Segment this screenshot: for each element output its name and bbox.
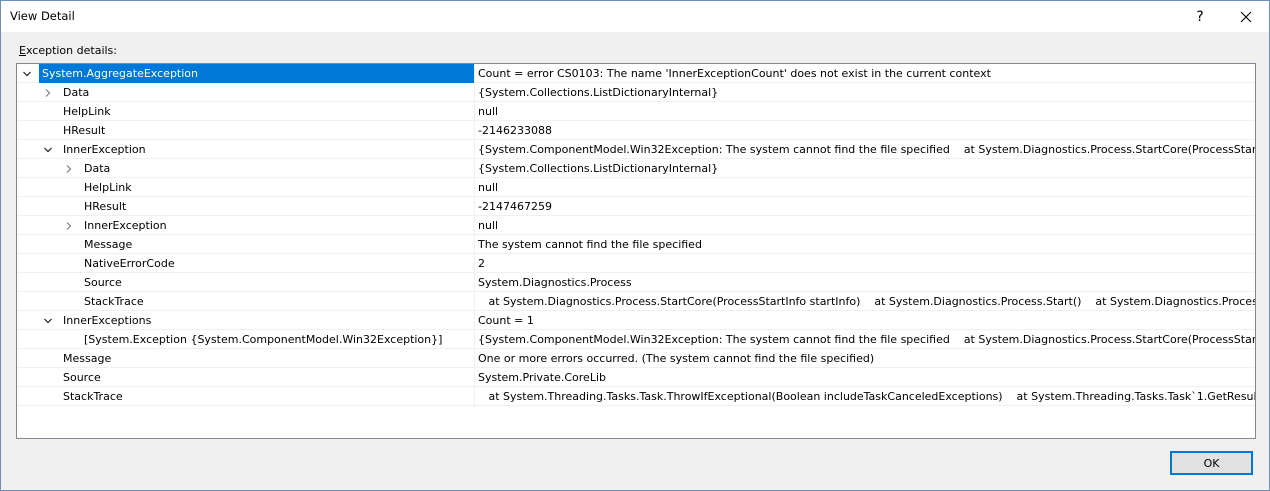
- tree-row-value: at System.Diagnostics.Process.StartCore(…: [478, 295, 1256, 308]
- chevron-down-icon[interactable]: [19, 64, 35, 83]
- tree-row-name: InnerExceptions: [63, 314, 152, 327]
- chevron-down-icon[interactable]: [40, 140, 56, 159]
- tree-row[interactable]: HelpLink null: [17, 178, 1255, 197]
- tree-row-name: HResult: [63, 124, 106, 137]
- column-separator: [474, 140, 475, 159]
- chevron-right-icon[interactable]: [61, 159, 77, 178]
- chevron-down-icon[interactable]: [40, 311, 56, 330]
- column-separator: [474, 292, 475, 311]
- column-separator: [474, 197, 475, 216]
- tree-row[interactable]: InnerException null: [17, 216, 1255, 235]
- tree-row-name: StackTrace: [63, 390, 123, 403]
- tree-row-value: Count = error CS0103: The name 'InnerExc…: [478, 67, 991, 80]
- column-separator: [474, 64, 475, 83]
- tree-row-name: InnerException: [63, 143, 146, 156]
- tree-row[interactable]: InnerExceptions Count = 1: [17, 311, 1255, 330]
- column-separator: [474, 330, 475, 349]
- column-separator: [474, 311, 475, 330]
- tree-row[interactable]: Message One or more errors occurred. (The…: [17, 349, 1255, 368]
- tree-row-name: StackTrace: [84, 295, 144, 308]
- tree-row-name: Source: [84, 276, 122, 289]
- tree-row-value: One or more errors occurred. (The system…: [478, 352, 875, 365]
- column-separator: [474, 254, 475, 273]
- tree-row-name: System.AggregateException: [42, 67, 198, 80]
- tree-row-value: {System.ComponentModel.Win32Exception: T…: [478, 333, 1256, 346]
- exception-details-tree[interactable]: System.AggregateException Count = error C…: [16, 63, 1256, 439]
- column-separator: [474, 387, 475, 406]
- tree-row-name: Source: [63, 371, 101, 384]
- tree-row-value: -2147467259: [478, 200, 552, 213]
- column-separator: [474, 178, 475, 197]
- tree-row-name: HelpLink: [63, 105, 111, 118]
- chevron-right-icon[interactable]: [40, 83, 56, 102]
- column-separator: [474, 273, 475, 292]
- tree-row-name: InnerException: [84, 219, 167, 232]
- column-separator: [474, 83, 475, 102]
- tree-row-value: null: [478, 105, 499, 118]
- column-separator: [474, 368, 475, 387]
- column-separator: [474, 121, 475, 140]
- tree-row-name: NativeErrorCode: [84, 257, 175, 270]
- tree-row-value: {System.ComponentModel.Win32Exception: T…: [478, 143, 1256, 156]
- tree-row-name: HelpLink: [84, 181, 132, 194]
- tree-row[interactable]: Message The system cannot find the file s…: [17, 235, 1255, 254]
- tree-row-value: null: [478, 219, 499, 232]
- tree-row-value: Count = 1: [478, 314, 534, 327]
- tree-row[interactable]: HResult -2146233088: [17, 121, 1255, 140]
- tree-row[interactable]: StackTrace at System.Threading.Tasks.Tas…: [17, 387, 1255, 406]
- tree-row-value: The system cannot find the file specifie…: [478, 238, 702, 251]
- tree-row-name: Message: [63, 352, 112, 365]
- column-separator: [474, 159, 475, 178]
- tree-row[interactable]: HResult -2147467259: [17, 197, 1255, 216]
- title-bar: View Detail ?: [1, 1, 1269, 32]
- tree-row-name: Data: [84, 162, 111, 175]
- view-detail-dialog: View Detail ? Exception details: System.…: [0, 0, 1270, 491]
- tree-row-value: null: [478, 181, 499, 194]
- tree-row[interactable]: NativeErrorCode 2: [17, 254, 1255, 273]
- tree-row-name: [System.Exception {System.ComponentModel…: [84, 333, 443, 346]
- close-icon: [1240, 11, 1252, 22]
- tree-row-value: 2: [478, 257, 485, 270]
- tree-row-value: at System.Threading.Tasks.Task.ThrowIfEx…: [478, 390, 1256, 403]
- help-icon: ?: [1196, 8, 1204, 25]
- tree-row-name: Data: [63, 86, 90, 99]
- tree-row[interactable]: Data {System.Collections.ListDictionaryIn…: [17, 159, 1255, 178]
- exception-details-label: Exception details:: [19, 44, 117, 57]
- tree-row-value: {System.Collections.ListDictionaryIntern…: [478, 162, 719, 175]
- help-button[interactable]: ?: [1177, 1, 1223, 32]
- tree-row-name: HResult: [84, 200, 127, 213]
- column-separator: [474, 102, 475, 121]
- column-separator: [474, 216, 475, 235]
- column-separator: [474, 349, 475, 368]
- tree-row-name: Message: [84, 238, 133, 251]
- tree-row[interactable]: InnerException {System.ComponentModel.Win…: [17, 140, 1255, 159]
- ok-button[interactable]: OK: [1170, 451, 1253, 475]
- tree-row[interactable]: [System.Exception {System.ComponentModel…: [17, 330, 1255, 349]
- window-title: View Detail: [10, 9, 75, 23]
- tree-row-value: {System.Collections.ListDictionaryIntern…: [478, 86, 719, 99]
- tree-row[interactable]: Data {System.Collections.ListDictionaryIn…: [17, 83, 1255, 102]
- tree-row-value: System.Diagnostics.Process: [478, 276, 632, 289]
- chevron-right-icon[interactable]: [61, 216, 77, 235]
- tree-row[interactable]: Source System.Diagnostics.Process: [17, 273, 1255, 292]
- tree-row-value: System.Private.CoreLib: [478, 371, 606, 384]
- tree-row[interactable]: HelpLink null: [17, 102, 1255, 121]
- tree-row[interactable]: System.AggregateException Count = error C…: [17, 64, 1255, 83]
- close-button[interactable]: [1223, 1, 1269, 32]
- tree-row-value: -2146233088: [478, 124, 552, 137]
- tree-row[interactable]: Source System.Private.CoreLib: [17, 368, 1255, 387]
- tree-row[interactable]: StackTrace at System.Diagnostics.Process…: [17, 292, 1255, 311]
- column-separator: [474, 235, 475, 254]
